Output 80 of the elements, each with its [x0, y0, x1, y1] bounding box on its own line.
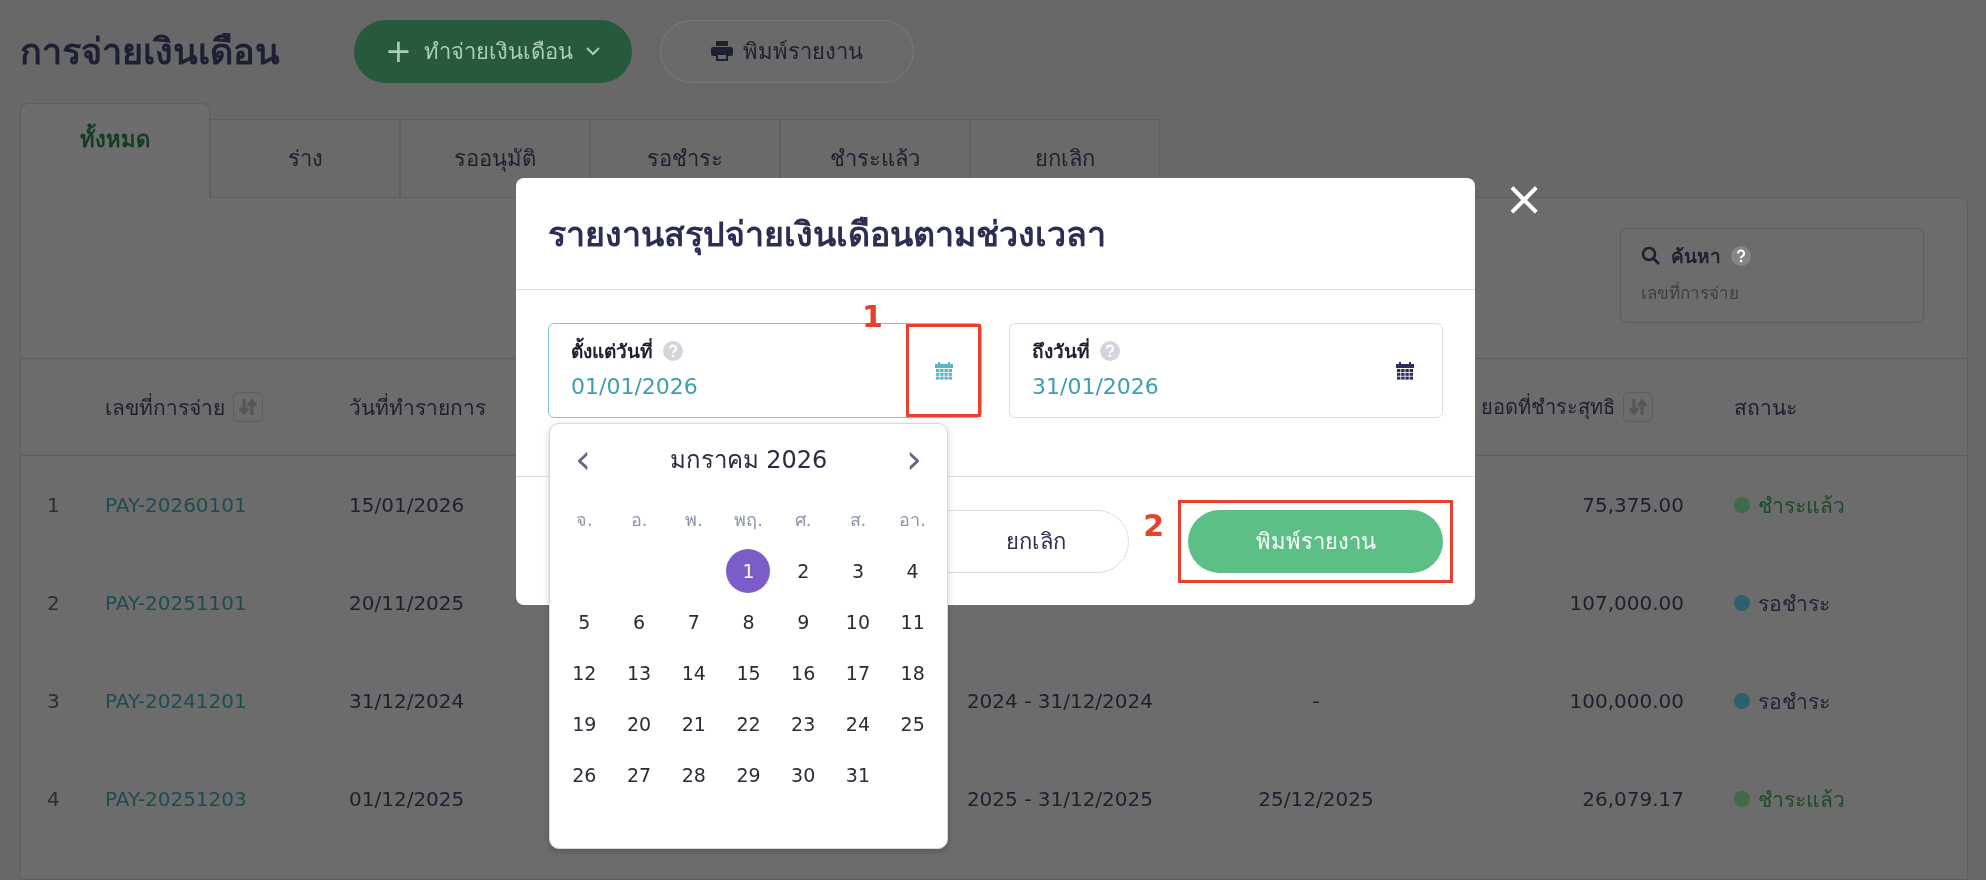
row-number: 1: [47, 493, 60, 517]
calendar-day[interactable]: 29: [726, 752, 771, 797]
calendar-day[interactable]: 10: [835, 599, 880, 644]
month-label: มกราคม 2026: [669, 444, 828, 476]
weekday-label: อา.: [899, 508, 926, 532]
row-number: 3: [47, 689, 60, 713]
calendar-day[interactable]: 21: [671, 701, 716, 746]
search-label: ค้นหา: [1671, 244, 1721, 269]
calendar-day[interactable]: 23: [781, 701, 826, 746]
calendar-day[interactable]: 7: [671, 599, 716, 644]
calendar-day[interactable]: 11: [890, 599, 935, 644]
status-label: รอชำระ: [1758, 590, 1830, 618]
status-label: ชำระแล้ว: [1758, 492, 1845, 520]
date-field[interactable]: ถึงวันที่ 31/01/2026: [1009, 323, 1443, 418]
calendar-day[interactable]: 9: [781, 599, 826, 644]
row-number: 4: [47, 787, 60, 811]
create-payroll-button[interactable]: + ทำจ่ายเงินเดือน: [354, 19, 632, 83]
calendar-day[interactable]: 15: [726, 650, 771, 695]
calendar-day[interactable]: 16: [781, 650, 826, 695]
row-number: 2: [47, 591, 60, 615]
help-icon: [663, 341, 683, 361]
table-cell: 31/12/2024: [349, 689, 465, 713]
field-label: ถึงวันที่: [1032, 337, 1090, 364]
column-header: สถานะ: [1734, 394, 1797, 422]
table-cell: -: [1312, 689, 1320, 713]
calendar-day[interactable]: 28: [671, 752, 716, 797]
chevron-down-icon: [584, 46, 601, 56]
calendar-day[interactable]: 8: [726, 599, 771, 644]
date-value: 31/01/2026: [1032, 374, 1160, 399]
table-cell: 25/12/2025: [1258, 787, 1374, 811]
calendar-icon[interactable]: [1395, 361, 1414, 380]
table-cell: 26,079.17: [1582, 787, 1684, 811]
calendar-day[interactable]: 12: [562, 650, 607, 695]
weekday-label: จ.: [576, 508, 593, 532]
table-cell: 15/01/2026: [349, 493, 465, 517]
column-header: เลขที่การจ่าย: [105, 392, 225, 422]
calendar-day[interactable]: 1: [726, 548, 771, 593]
calendar-day[interactable]: 22: [726, 701, 771, 746]
calendar-day[interactable]: 31: [835, 752, 880, 797]
table-cell: 2025 - 31/12/2025: [966, 787, 1153, 811]
calendar-day[interactable]: 25: [890, 701, 935, 746]
weekday-label: พฤ.: [734, 508, 763, 532]
weekday-label: ศ.: [794, 508, 812, 532]
column-header: ยอดที่ชำระสุทธิ: [1481, 392, 1615, 422]
table-cell: 01/12/2025: [349, 787, 465, 811]
column-header: วันที่ทำรายการ: [349, 392, 486, 422]
calendar-day[interactable]: 20: [617, 701, 662, 746]
date-value: 01/01/2026: [571, 374, 699, 399]
weekday-label: ส.: [849, 508, 867, 532]
calendar-day[interactable]: 6: [617, 599, 662, 644]
page-title: การจ่ายเงินเดือน: [20, 29, 281, 74]
calendar-day[interactable]: 2: [781, 548, 826, 593]
help-icon: [1731, 246, 1751, 266]
table-cell: 107,000.00: [1569, 591, 1684, 615]
weekday-label: พ.: [684, 508, 703, 532]
table-cell: 20/11/2025: [349, 591, 465, 615]
calendar-day[interactable]: 27: [617, 752, 662, 797]
printer-icon: [711, 41, 733, 61]
field-label: ตั้งแต่วันที่: [571, 336, 653, 366]
status-label: รอชำระ: [1758, 688, 1830, 716]
calendar-day[interactable]: 17: [835, 650, 880, 695]
calendar-day[interactable]: 26: [562, 752, 607, 797]
next-month-button[interactable]: ›: [906, 439, 922, 479]
calendar-day[interactable]: 14: [671, 650, 716, 695]
step-number: 2: [1143, 511, 1164, 541]
previous-month-button[interactable]: ‹: [575, 439, 591, 479]
calendar-day[interactable]: 18: [890, 650, 935, 695]
search-icon: [1641, 246, 1661, 266]
table-cell: 75,375.00: [1582, 493, 1684, 517]
calendar-day[interactable]: 5: [562, 599, 607, 644]
dialog-title: รายงานสรุปจ่ายเงินเดือนตามช่วงเวลา: [548, 212, 1106, 258]
weekday-label: อ.: [630, 508, 648, 532]
table-cell: 2024 - 31/12/2024: [966, 689, 1153, 713]
calendar-day[interactable]: 13: [617, 650, 662, 695]
table-cell: 100,000.00: [1569, 689, 1684, 713]
help-icon: [1100, 341, 1120, 361]
status-label: ชำระแล้ว: [1758, 786, 1845, 814]
calendar-day[interactable]: 24: [835, 701, 880, 746]
calendar-day[interactable]: 30: [781, 752, 826, 797]
calendar-day[interactable]: 19: [562, 701, 607, 746]
